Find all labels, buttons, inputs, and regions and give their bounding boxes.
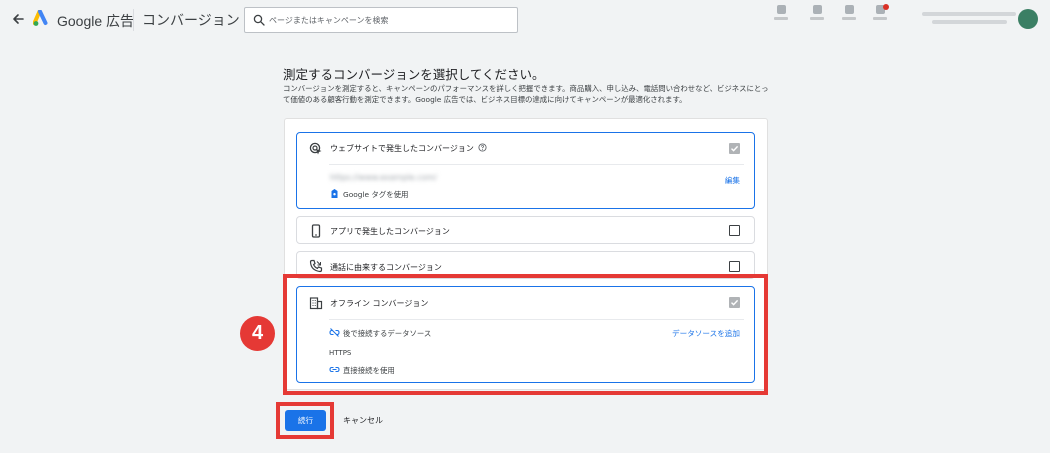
option-website-checkbox[interactable] — [729, 143, 740, 154]
tools-icon[interactable] — [770, 5, 792, 31]
back-arrow-icon[interactable] — [10, 11, 26, 27]
page-description: コンバージョンを測定すると、キャンペーンのパフォーマンスを詳しく把握できます。商… — [283, 84, 769, 104]
google-ads-logo — [33, 10, 48, 26]
option-divider — [329, 164, 744, 165]
option-app-label: アプリで発生したコンバージョン — [330, 227, 450, 236]
help-circle-icon[interactable] — [478, 143, 487, 152]
option-app-checkbox[interactable] — [729, 225, 740, 236]
checkmark-icon — [731, 145, 739, 152]
continue-button[interactable]: 続行 — [285, 410, 326, 431]
option-app[interactable]: アプリで発生したコンバージョン — [296, 216, 755, 244]
header-divider — [133, 9, 134, 31]
top-bar: Google 広告 コンバージョン — [0, 0, 1050, 40]
tag-icon — [331, 189, 338, 198]
search-icon — [253, 14, 265, 26]
avatar[interactable] — [1018, 9, 1038, 29]
option-website-label: ウェブサイトで発生したコンバージョン — [330, 143, 487, 154]
help-icon[interactable] — [838, 5, 860, 31]
page-name: コンバージョン — [142, 13, 240, 29]
step-number-badge: 4 — [240, 316, 275, 351]
search-input[interactable] — [269, 15, 509, 25]
notifications-icon[interactable] — [869, 4, 891, 31]
page-title: 測定するコンバージョンを選択してください。 — [283, 67, 545, 82]
website-tag-label: Google タグを使用 — [343, 190, 409, 199]
call-icon — [309, 259, 323, 273]
option-website[interactable]: ウェブサイトで発生したコンバージョン https://www.example.c… — [296, 132, 755, 209]
website-url: https://www.example.com/ — [330, 173, 437, 182]
edit-link[interactable]: 編集 — [725, 175, 740, 186]
cancel-button[interactable]: キャンセル — [337, 410, 389, 431]
phone-icon — [311, 224, 321, 238]
account-info[interactable] — [922, 12, 1016, 28]
option-calls-checkbox[interactable] — [729, 261, 740, 272]
option-calls-label: 通話に由来するコンバージョン — [330, 263, 442, 272]
search-box[interactable] — [244, 7, 518, 33]
cursor-click-icon — [309, 142, 322, 155]
offline-option-highlight — [283, 274, 768, 395]
brand-name: Google 広告 — [57, 13, 135, 29]
reports-icon[interactable] — [806, 5, 828, 31]
